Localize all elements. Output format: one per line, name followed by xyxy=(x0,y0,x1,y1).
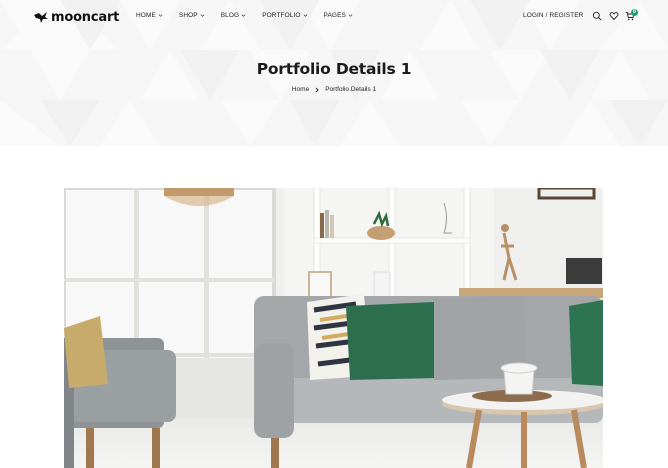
login-register-link[interactable]: LOGIN / REGISTER xyxy=(523,12,583,19)
nav-item-label: BLOG xyxy=(220,12,240,19)
chevron-down-icon xyxy=(303,14,307,17)
page-title: Portfolio Details 1 xyxy=(256,60,412,78)
chevron-down-icon xyxy=(241,14,246,17)
nav-item-label: HOME xyxy=(136,12,156,19)
chevron-down-icon xyxy=(158,14,163,17)
search-icon[interactable] xyxy=(592,11,602,21)
heart-icon[interactable] xyxy=(609,11,619,21)
breadcrumb: Home Portfolio Details 1 xyxy=(0,86,668,93)
cart-count-badge: 0 xyxy=(631,9,638,16)
chevron-right-icon xyxy=(315,87,319,92)
portfolio-image xyxy=(64,188,603,468)
nav-item-label: PORTFOLIO xyxy=(262,12,301,19)
nav-item-label: PAGES xyxy=(323,12,346,19)
site-header: mooncart HOME SHOP BLOG PORTFOLIO PAGES … xyxy=(0,0,668,34)
logo-text: mooncart xyxy=(51,9,120,25)
nav-item-shop[interactable]: SHOP xyxy=(179,12,205,19)
nav-item-home[interactable]: HOME xyxy=(136,12,163,19)
nav-item-portfolio[interactable]: PORTFOLIO xyxy=(262,12,307,19)
logo-bird-icon xyxy=(34,12,48,23)
logo[interactable]: mooncart xyxy=(33,8,119,26)
nav-item-blog[interactable]: BLOG xyxy=(221,12,246,19)
nav-item-pages[interactable]: PAGES xyxy=(324,12,353,19)
breadcrumb-current: Portfolio Details 1 xyxy=(325,86,377,93)
chevron-down-icon xyxy=(200,14,205,17)
breadcrumb-home-link[interactable]: Home xyxy=(292,86,309,93)
living-room-photo xyxy=(64,188,603,468)
nav-item-label: SHOP xyxy=(178,12,198,19)
main-nav: HOME SHOP BLOG PORTFOLIO PAGES xyxy=(136,12,369,19)
chevron-down-icon xyxy=(348,14,353,17)
